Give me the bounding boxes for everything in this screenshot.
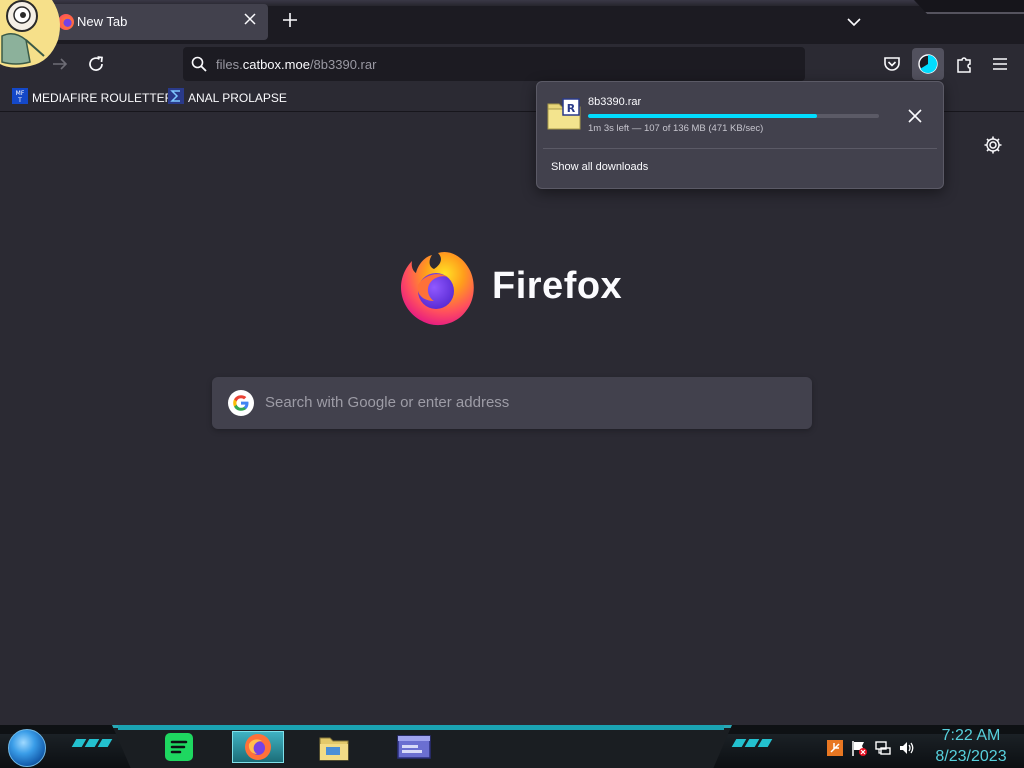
tab-new-tab[interactable]: New Tab xyxy=(48,4,268,40)
taskbar-decoration-left xyxy=(71,739,113,749)
reload-icon[interactable] xyxy=(84,52,108,76)
firefox-icon xyxy=(245,734,271,760)
file-explorer-taskbar-button[interactable] xyxy=(306,731,358,763)
new-tab-button[interactable] xyxy=(278,10,302,34)
taskbar: 7:22 AM 8/23/2023 xyxy=(0,725,1024,768)
volume-icon[interactable] xyxy=(898,739,916,757)
profile-avatar xyxy=(0,0,64,70)
download-item[interactable]: R 8b3390.rar 1m 3s left — 107 of 136 MB … xyxy=(537,82,943,148)
close-tab-icon[interactable] xyxy=(242,12,258,28)
url-text[interactable]: files.catbox.moe/8b3390.rar xyxy=(216,57,376,72)
start-button[interactable] xyxy=(8,729,46,767)
navigation-toolbar: files.catbox.moe/8b3390.rar xyxy=(0,44,1024,84)
spotify-taskbar-button[interactable] xyxy=(160,731,198,763)
window-app-icon xyxy=(397,735,431,759)
bookmark-anal-prolapse[interactable]: ANAL PROLAPSE xyxy=(168,88,287,108)
download-progress-bar xyxy=(588,114,879,118)
svg-text:MF: MF xyxy=(16,90,25,97)
bookmark-label: MEDIAFIRE ROULETTER xyxy=(32,91,174,105)
url-prefix: files. xyxy=(216,57,243,72)
show-all-downloads-button[interactable]: Show all downloads xyxy=(551,161,648,173)
gear-icon[interactable] xyxy=(983,135,1003,155)
firefox-wordmark: Firefox xyxy=(492,265,623,307)
window-corner-decoration xyxy=(914,0,1024,14)
action-center-flag-icon[interactable] xyxy=(850,739,868,757)
mediafire-icon: MF T xyxy=(12,88,28,108)
bookmark-label: ANAL PROLAPSE xyxy=(188,91,287,105)
search-icon xyxy=(191,56,207,72)
pocket-icon[interactable] xyxy=(880,52,904,76)
svg-text:R: R xyxy=(567,102,576,115)
download-progress-fill xyxy=(588,114,818,118)
tab-title: New Tab xyxy=(77,14,128,29)
file-explorer-icon xyxy=(319,737,349,761)
downloads-panel: R 8b3390.rar 1m 3s left — 107 of 136 MB … xyxy=(536,81,944,189)
sigma-icon xyxy=(168,88,184,108)
spotify-icon xyxy=(165,733,193,761)
network-icon[interactable] xyxy=(874,739,892,757)
taskbar-clock[interactable]: 7:22 AM 8/23/2023 xyxy=(930,725,1012,767)
tab-strip: New Tab xyxy=(0,0,1024,44)
hamburger-menu-icon[interactable] xyxy=(988,52,1012,76)
downloads-button[interactable] xyxy=(912,48,944,80)
tab-list-chevron-down-icon[interactable] xyxy=(842,10,866,34)
cancel-download-close-icon[interactable] xyxy=(903,104,927,128)
google-icon xyxy=(228,390,254,416)
firefox-taskbar-button[interactable] xyxy=(232,731,284,763)
svg-text:T: T xyxy=(17,97,22,104)
new-tab-page: Firefox Search with Google or enter addr… xyxy=(0,113,1024,725)
download-file-name: 8b3390.rar xyxy=(588,96,642,108)
google-search-input[interactable]: Search with Google or enter address xyxy=(212,377,812,429)
taskbar-glow-line xyxy=(118,725,724,730)
extensions-puzzle-icon[interactable] xyxy=(952,52,976,76)
url-path: /8b3390.rar xyxy=(309,57,377,72)
taskbar-decoration-right xyxy=(731,739,773,749)
search-placeholder: Search with Google or enter address xyxy=(265,394,510,411)
clock-time: 7:22 AM xyxy=(941,727,1001,744)
rar-archive-icon: R xyxy=(547,98,581,130)
download-status: 1m 3s left — 107 of 136 MB (471 KB/sec) xyxy=(588,123,764,134)
firefox-logo-icon xyxy=(400,251,474,326)
url-host: catbox.moe xyxy=(242,57,310,72)
bookmark-mediafire-rouletter[interactable]: MF T MEDIAFIRE ROULETTER xyxy=(12,88,173,108)
system-tray xyxy=(826,737,916,759)
window-app-taskbar-button[interactable] xyxy=(388,731,440,763)
java-update-icon[interactable] xyxy=(826,739,844,757)
divider xyxy=(543,148,937,149)
firefox-logo: Firefox xyxy=(396,245,636,331)
address-bar[interactable]: files.catbox.moe/8b3390.rar xyxy=(183,47,805,81)
clock-date: 8/23/2023 xyxy=(935,748,1007,765)
